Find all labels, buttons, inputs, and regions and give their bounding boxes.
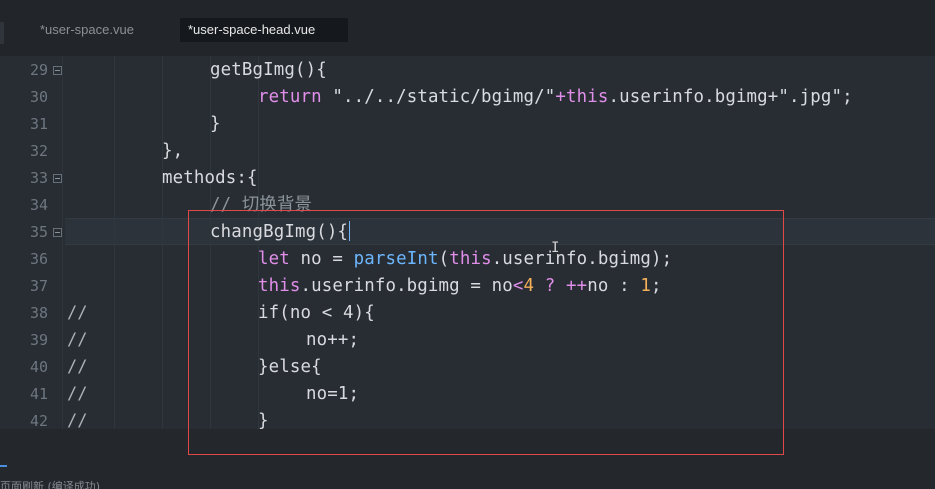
code-line[interactable]: 29 getBgImg(){ [0,57,935,84]
line-number: 36 [29,250,48,268]
highlight-box [188,210,784,455]
fold-toggle-icon[interactable] [53,174,62,183]
line-number: 40 [29,358,48,376]
line-comment-marker: // [67,303,88,323]
line-number: 39 [29,331,48,349]
line-number: 42 [29,412,48,429]
code-token: .userinfo.bgimg+ [608,87,779,107]
code-token: } [210,114,221,134]
console-status-text: 页面刷新 (编译成功) [0,480,101,489]
code-line[interactable]: 30 return "../../static/bgimg/"+this.use… [0,84,935,111]
string-token: ".jpg" [778,87,843,107]
keyword-token: return [258,87,322,107]
code-line[interactable]: 31 } [0,111,935,138]
line-number: 31 [29,115,48,133]
console-marker [0,465,7,467]
code-line[interactable]: 32 }, [0,138,935,165]
code-line[interactable]: 33 methods:{ [0,165,935,192]
fold-toggle-icon[interactable] [53,66,62,75]
code-token: methods:{ [162,168,258,188]
fold-toggle-icon[interactable] [53,228,62,237]
line-number: 32 [29,142,48,160]
tab-user-space-head[interactable]: *user-space-head.vue [180,18,348,42]
tab-user-space[interactable]: *user-space.vue [30,18,144,42]
line-number: 33 [29,169,48,187]
code-token: getBgImg(){ [210,60,327,80]
operator-token: + [555,87,567,107]
line-number: 34 [29,196,48,214]
line-number: 29 [29,61,48,79]
tab-bar: *user-space.vue *user-space-head.vue [0,0,935,56]
line-number: 38 [29,304,48,322]
code-token: ; [842,87,853,107]
line-number: 37 [29,277,48,295]
line-comment-marker: // [67,384,88,404]
line-comment-marker: // [67,357,88,377]
line-number: 41 [29,385,48,403]
line-number: 30 [29,88,48,106]
line-comment-marker: // [67,330,88,350]
line-number: 35 [29,223,48,241]
line-comment-marker: // [67,411,88,429]
code-token: }, [162,141,184,161]
keyword-token: this [566,87,609,107]
string-token: "../../static/bgimg/" [332,87,556,107]
tab-scroll-edge [0,22,4,44]
